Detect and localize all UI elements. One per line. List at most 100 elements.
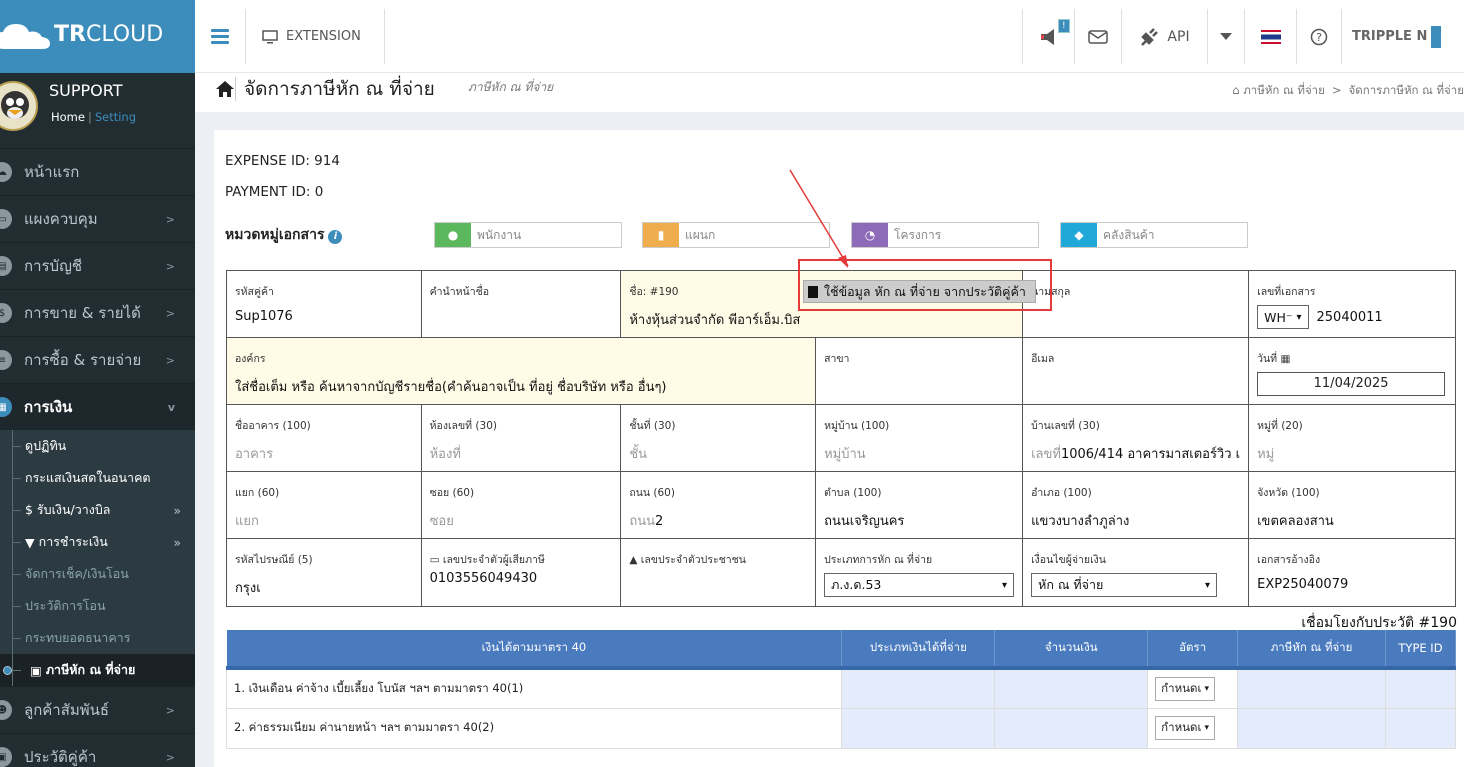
help-button[interactable]: ? xyxy=(1296,9,1341,64)
floor-cell[interactable]: ชั้นที่ (30) ชั้น xyxy=(620,404,817,472)
submenu-calendar[interactable]: ดูปฏิทิน xyxy=(0,430,195,462)
submenu-withholding-tax[interactable]: ▣ ภาษีหัก ณ ที่จ่าย xyxy=(0,654,195,686)
extension-button[interactable]: EXTENSION xyxy=(245,9,385,64)
sidebar-item-home[interactable]: ☁ หน้าแรก xyxy=(0,148,195,195)
province-label: จังหวัด (100) xyxy=(1257,487,1320,499)
house-number-text: 1006/414 อาคารมาสเตอร์วิว เ xyxy=(1060,447,1241,462)
province-cell[interactable]: จังหวัด (100) เขตคลองสาน xyxy=(1248,471,1456,539)
prefix-cell[interactable]: คำนำหน้าชื่อ xyxy=(420,270,622,338)
info-icon[interactable]: i xyxy=(328,230,343,244)
language-button[interactable] xyxy=(1244,9,1296,64)
breadcrumb-item: จัดการภาษีหัก ณ ที่จ่าย xyxy=(1348,83,1464,97)
subdistrict-cell[interactable]: ตำบล (100) ถนนเจริญนคร xyxy=(815,471,1024,539)
income-table: เงินได้ตามมาตรา 40 ประเภทเงินได้ที่จ่าย … xyxy=(225,630,1457,749)
notification-button[interactable]: ! xyxy=(1022,9,1074,64)
submenu-payment[interactable]: ▼ การชำระเงิน » xyxy=(0,526,195,558)
breadcrumb-item[interactable]: ภาษีหัก ณ ที่จ่าย xyxy=(1243,83,1325,97)
sidebar-item-sales[interactable]: $ การขาย & รายได้ > xyxy=(0,289,195,336)
sidebar-item-crm[interactable]: ☻ ลูกค้าสัมพันธ์ > xyxy=(0,686,195,733)
building-icon: ▮ xyxy=(643,223,679,247)
sidebar-item-label: การเงิน xyxy=(24,398,73,416)
reference-doc-label: เอกสารอ้างอิง xyxy=(1257,554,1321,566)
withholding-type-select[interactable]: ภ.ง.ด.53 ▾ xyxy=(824,573,1015,597)
branch-cell[interactable]: สาขา xyxy=(815,337,1024,405)
logo[interactable]: TRCLOUD xyxy=(0,0,195,73)
soi-placeholder: ซอย xyxy=(429,514,454,529)
home-icon xyxy=(216,81,234,97)
sidebar-item-partner-history[interactable]: ▣ ประวัติคู่ค้า > xyxy=(0,733,195,767)
road-cell[interactable]: ถนน (60) ถนน2 xyxy=(620,471,817,539)
soi-label: ซอย (60) xyxy=(429,487,475,499)
submenu-reconcile[interactable]: กระทบยอดธนาคาร xyxy=(0,622,195,654)
setting-link[interactable]: Setting xyxy=(95,110,136,124)
email-cell[interactable]: อีเมล xyxy=(1022,337,1250,405)
rate-select[interactable]: กำหนดเ ▾ xyxy=(1155,676,1215,701)
building-cell[interactable]: ชื่ออาคาร (100) อาคาร xyxy=(226,404,422,472)
partner-code-label: รหัสคู่ค้า xyxy=(235,286,274,298)
reference-doc-cell[interactable]: เอกสารอ้างอิง EXP25040079 xyxy=(1248,538,1456,607)
document-prefix-select[interactable]: WH⁻ ▾ xyxy=(1257,305,1309,329)
amount-input[interactable] xyxy=(994,707,1149,749)
envelope-icon xyxy=(1088,29,1108,44)
menu-toggle-button[interactable] xyxy=(195,9,245,64)
personal-id-label-text: เลขประจำตัวประชาชน xyxy=(640,554,746,566)
submenu-receive[interactable]: $ รับเงิน/วางบิล » xyxy=(0,494,195,526)
village-cell[interactable]: หมู่บ้าน (100) หมู่บ้าน xyxy=(815,404,1024,472)
zipcode-cell[interactable]: รหัสไปรษณีย์ (5) กรุงเ xyxy=(226,538,422,607)
personal-id-cell[interactable]: ▲ เลขประจำตัวประชาชน xyxy=(620,538,817,607)
warehouse-input[interactable]: ◆ คลังสินค้า xyxy=(1060,222,1248,248)
date-label-text: วันที่ xyxy=(1257,353,1278,365)
mail-button[interactable] xyxy=(1074,9,1121,64)
sidebar-item-finance[interactable]: ▦ การเงิน v xyxy=(0,383,195,430)
type-id-input[interactable] xyxy=(1384,667,1457,709)
sidebar-item-purchase[interactable]: ≡ การซื้อ & รายจ่าย > xyxy=(0,336,195,383)
junction-cell[interactable]: แยก (60) แยก xyxy=(226,471,422,539)
organization-cell[interactable]: องค์กร ใส่ชื่อเต็ม หรือ ค้นหาจากบัญชีรายช… xyxy=(225,337,817,405)
withholding-type-cell: ประเภทการหัก ณ ที่จ่าย ภ.ง.ด.53 ▾ xyxy=(815,538,1024,607)
payer-condition-label: เงื่อนไขผู้จ่ายเงิน xyxy=(1031,554,1106,566)
withholding-amount-input[interactable] xyxy=(1237,707,1386,749)
type-id-input[interactable] xyxy=(1384,707,1457,749)
company-name: TRIPPLE N xyxy=(1352,29,1428,44)
employee-placeholder: พนักงาน xyxy=(477,228,522,242)
house-number-cell[interactable]: บ้านเลขที่ (30) เลขที่1006/414 อาคารมาสเต… xyxy=(1022,404,1250,472)
submenu-transfer[interactable]: ประวัติการโอน xyxy=(0,590,195,622)
project-input[interactable]: ◔ โครงการ xyxy=(851,222,1039,248)
company-button[interactable]: TRIPPLE N xyxy=(1341,9,1461,64)
submenu-label: $ รับเงิน/วางบิล xyxy=(25,502,111,517)
home-link[interactable]: Home xyxy=(51,110,85,124)
submenu-cheque[interactable]: จัดการเช็ค/เงินโอน xyxy=(0,558,195,590)
dropdown-button[interactable] xyxy=(1207,9,1244,64)
department-input[interactable]: ▮ แผนก xyxy=(642,222,830,248)
sidebar-item-accounting[interactable]: ▤ การบัญชี > xyxy=(0,242,195,289)
building-label: ชื่ออาคาร (100) xyxy=(235,420,311,432)
user-name: SUPPORT xyxy=(49,81,123,100)
rate-value: กำหนดเ xyxy=(1161,680,1202,695)
income-type-input[interactable] xyxy=(841,667,996,709)
partner-code-cell[interactable]: รหัสคู่ค้า Sup1076 xyxy=(226,270,422,338)
surname-cell[interactable]: นามสกุล xyxy=(1022,270,1250,338)
rate-select[interactable]: กำหนดเ ▾ xyxy=(1155,716,1215,740)
district-cell[interactable]: อำเภอ (100) แขวงบางลำภูล่าง xyxy=(1022,471,1250,539)
tax-id-cell[interactable]: ▭ เลขประจำตัวผู้เสียภาษี 0103556049430 xyxy=(420,538,622,607)
road-text: 2 xyxy=(655,514,664,529)
document-number-value: 25040011 xyxy=(1316,309,1383,325)
moo-cell[interactable]: หมู่ที่ (20) หมู่ xyxy=(1248,404,1456,472)
sidebar-item-label: การบัญชี xyxy=(24,257,83,275)
sidebar-item-label: การขาย & รายได้ xyxy=(24,304,141,322)
chevron-right-icon: > xyxy=(165,212,175,226)
employee-input[interactable]: ● พนักงาน xyxy=(434,222,622,248)
date-input[interactable]: 11/04/2025 xyxy=(1257,372,1446,396)
payer-condition-select[interactable]: หัก ณ ที่จ่าย ▾ xyxy=(1031,573,1218,597)
sidebar-item-dashboard[interactable]: ▭ แผงควบคุม > xyxy=(0,195,195,242)
soi-cell[interactable]: ซอย (60) ซอย xyxy=(420,471,622,539)
income-type-input[interactable] xyxy=(841,707,996,749)
api-button[interactable]: API xyxy=(1121,9,1207,64)
amount-input[interactable] xyxy=(994,667,1149,709)
svg-text:?: ? xyxy=(1316,31,1322,44)
room-cell[interactable]: ห้องเลขที่ (30) ห้องที่ xyxy=(420,404,622,472)
withholding-amount-input[interactable] xyxy=(1237,667,1386,709)
building-icon xyxy=(1431,25,1442,48)
submenu-cashflow[interactable]: กระแสเงินสดในอนาคต xyxy=(0,462,195,494)
rate-cell: กำหนดเ ▾ xyxy=(1147,707,1239,749)
